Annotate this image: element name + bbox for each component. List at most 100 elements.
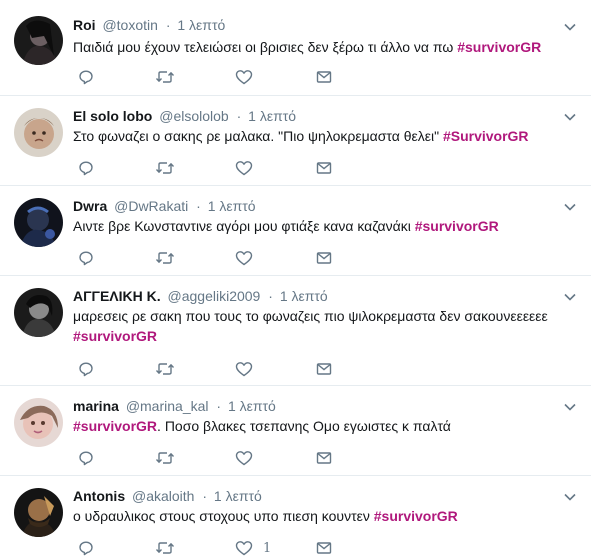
display-name[interactable]: Antonis [73,488,125,504]
retweet-button[interactable] [155,249,175,267]
user-handle[interactable]: @DwRakati [114,198,188,214]
like-icon [235,450,253,466]
tweet[interactable]: Roi @toxotin · 1 λεπτό Παιδιά μου έχουν … [0,0,591,96]
tweet[interactable]: El solo lobo @elsololob · 1 λεπτό Στο φω… [0,96,591,186]
tweet-actions [78,68,378,86]
hashtag-link[interactable]: #survivorGR [73,418,157,434]
reply-icon [78,361,94,377]
user-handle[interactable]: @marina_kal [126,398,209,414]
like-button[interactable] [235,159,263,177]
tweet-body: Παιδιά μου έχουν τελειώσει οι βρισιες δε… [73,39,458,55]
timestamp[interactable]: 1 λεπτό [280,288,328,304]
tweet-header: ΑΓΓΕΛΙΚΗ Κ. @aggeliki2009 · 1 λεπτό [73,288,328,304]
tweet-actions [78,449,378,467]
reply-button[interactable] [78,360,94,378]
tweet[interactable]: Dwra @DwRakati · 1 λεπτό Αιντε βρε Κωνστ… [0,186,591,276]
tweet-actions [78,159,378,177]
avatar[interactable] [14,108,63,157]
avatar[interactable] [14,488,63,537]
reply-button[interactable] [78,68,94,86]
avatar[interactable] [14,398,63,447]
tweet-header: Antonis @akaloith · 1 λεπτό [73,488,262,504]
timestamp[interactable]: 1 λεπτό [248,108,296,124]
chevron-down-icon[interactable] [563,400,577,414]
tweet-header: marina @marina_kal · 1 λεπτό [73,398,276,414]
display-name[interactable]: ΑΓΓΕΛΙΚΗ Κ. [73,288,161,304]
retweet-button[interactable] [155,68,175,86]
like-icon [235,69,253,85]
like-button[interactable] [235,449,263,467]
separator-dot: · [236,108,242,124]
display-name[interactable]: Roi [73,17,96,33]
tweet[interactable]: ΑΓΓΕΛΙΚΗ Κ. @aggeliki2009 · 1 λεπτό μαρε… [0,276,591,386]
tweet-timeline: Roi @toxotin · 1 λεπτό Παιδιά μου έχουν … [0,0,591,557]
chevron-down-icon[interactable] [563,490,577,504]
timestamp[interactable]: 1 λεπτό [214,488,262,504]
reply-icon [78,450,94,466]
like-button[interactable] [235,360,263,378]
reply-icon [78,250,94,266]
hashtag-link[interactable]: #survivorGR [374,508,458,524]
hashtag-link[interactable]: #survivorGR [457,39,541,55]
retweet-icon [155,540,175,556]
direct-message-button[interactable] [316,360,332,378]
direct-message-button[interactable] [316,159,332,177]
chevron-down-icon[interactable] [563,110,577,124]
tweet-actions: 1 [78,539,378,557]
direct-message-button[interactable] [316,449,332,467]
user-handle[interactable]: @akaloith [132,488,194,504]
retweet-icon [155,361,175,377]
tweet-header: Roi @toxotin · 1 λεπτό [73,17,225,33]
avatar[interactable] [14,288,63,337]
retweet-button[interactable] [155,539,175,557]
retweet-icon [155,69,175,85]
hashtag-link[interactable]: #SurvivorGR [443,128,529,144]
retweet-icon [155,250,175,266]
hashtag-link[interactable]: #survivorGR [415,218,499,234]
display-name[interactable]: Dwra [73,198,107,214]
tweet-body: μαρεσεις ρε σακη που τους το φωναζεις πι… [73,308,548,324]
display-name[interactable]: marina [73,398,119,414]
timestamp[interactable]: 1 λεπτό [208,198,256,214]
reply-button[interactable] [78,539,94,557]
avatar[interactable] [14,16,63,65]
direct-message-button[interactable] [316,539,332,557]
tweet-header: Dwra @DwRakati · 1 λεπτό [73,198,256,214]
user-handle[interactable]: @elsololob [159,108,228,124]
chevron-down-icon[interactable] [563,20,577,34]
hashtag-link[interactable]: #survivorGR [73,328,157,344]
chevron-down-icon[interactable] [563,200,577,214]
like-count: 1 [263,540,272,556]
reply-button[interactable] [78,249,94,267]
tweet-text: #survivorGR. Ποσο βλακες τσεπανης Ομο εγ… [73,416,571,436]
like-button[interactable] [235,249,263,267]
chevron-down-icon[interactable] [563,290,577,304]
retweet-button[interactable] [155,159,175,177]
tweet-body: Αιντε βρε Κωνσταντινε αγόρι μου φτιάξε κ… [73,218,415,234]
timestamp[interactable]: 1 λεπτό [177,17,225,33]
like-icon [235,540,253,556]
separator-dot: · [216,398,222,414]
user-handle[interactable]: @aggeliki2009 [168,288,261,304]
like-icon [235,361,253,377]
reply-icon [78,160,94,176]
reply-button[interactable] [78,159,94,177]
reply-button[interactable] [78,449,94,467]
tweet-text: Αιντε βρε Κωνσταντινε αγόρι μου φτιάξε κ… [73,216,571,236]
user-handle[interactable]: @toxotin [102,17,157,33]
avatar[interactable] [14,198,63,247]
direct-message-button[interactable] [316,68,332,86]
like-button[interactable]: 1 [235,539,271,557]
tweet[interactable]: Antonis @akaloith · 1 λεπτό ο υδραυλικος… [0,476,591,557]
like-button[interactable] [235,68,263,86]
separator-dot: · [268,288,273,304]
retweet-icon [155,450,175,466]
separator-dot: · [165,17,171,33]
retweet-button[interactable] [155,360,175,378]
display-name[interactable]: El solo lobo [73,108,152,124]
tweet-text: μαρεσεις ρε σακη που τους το φωναζεις πι… [73,306,571,346]
retweet-button[interactable] [155,449,175,467]
tweet[interactable]: marina @marina_kal · 1 λεπτό #survivorGR… [0,386,591,476]
timestamp[interactable]: 1 λεπτό [228,398,276,414]
direct-message-button[interactable] [316,249,332,267]
